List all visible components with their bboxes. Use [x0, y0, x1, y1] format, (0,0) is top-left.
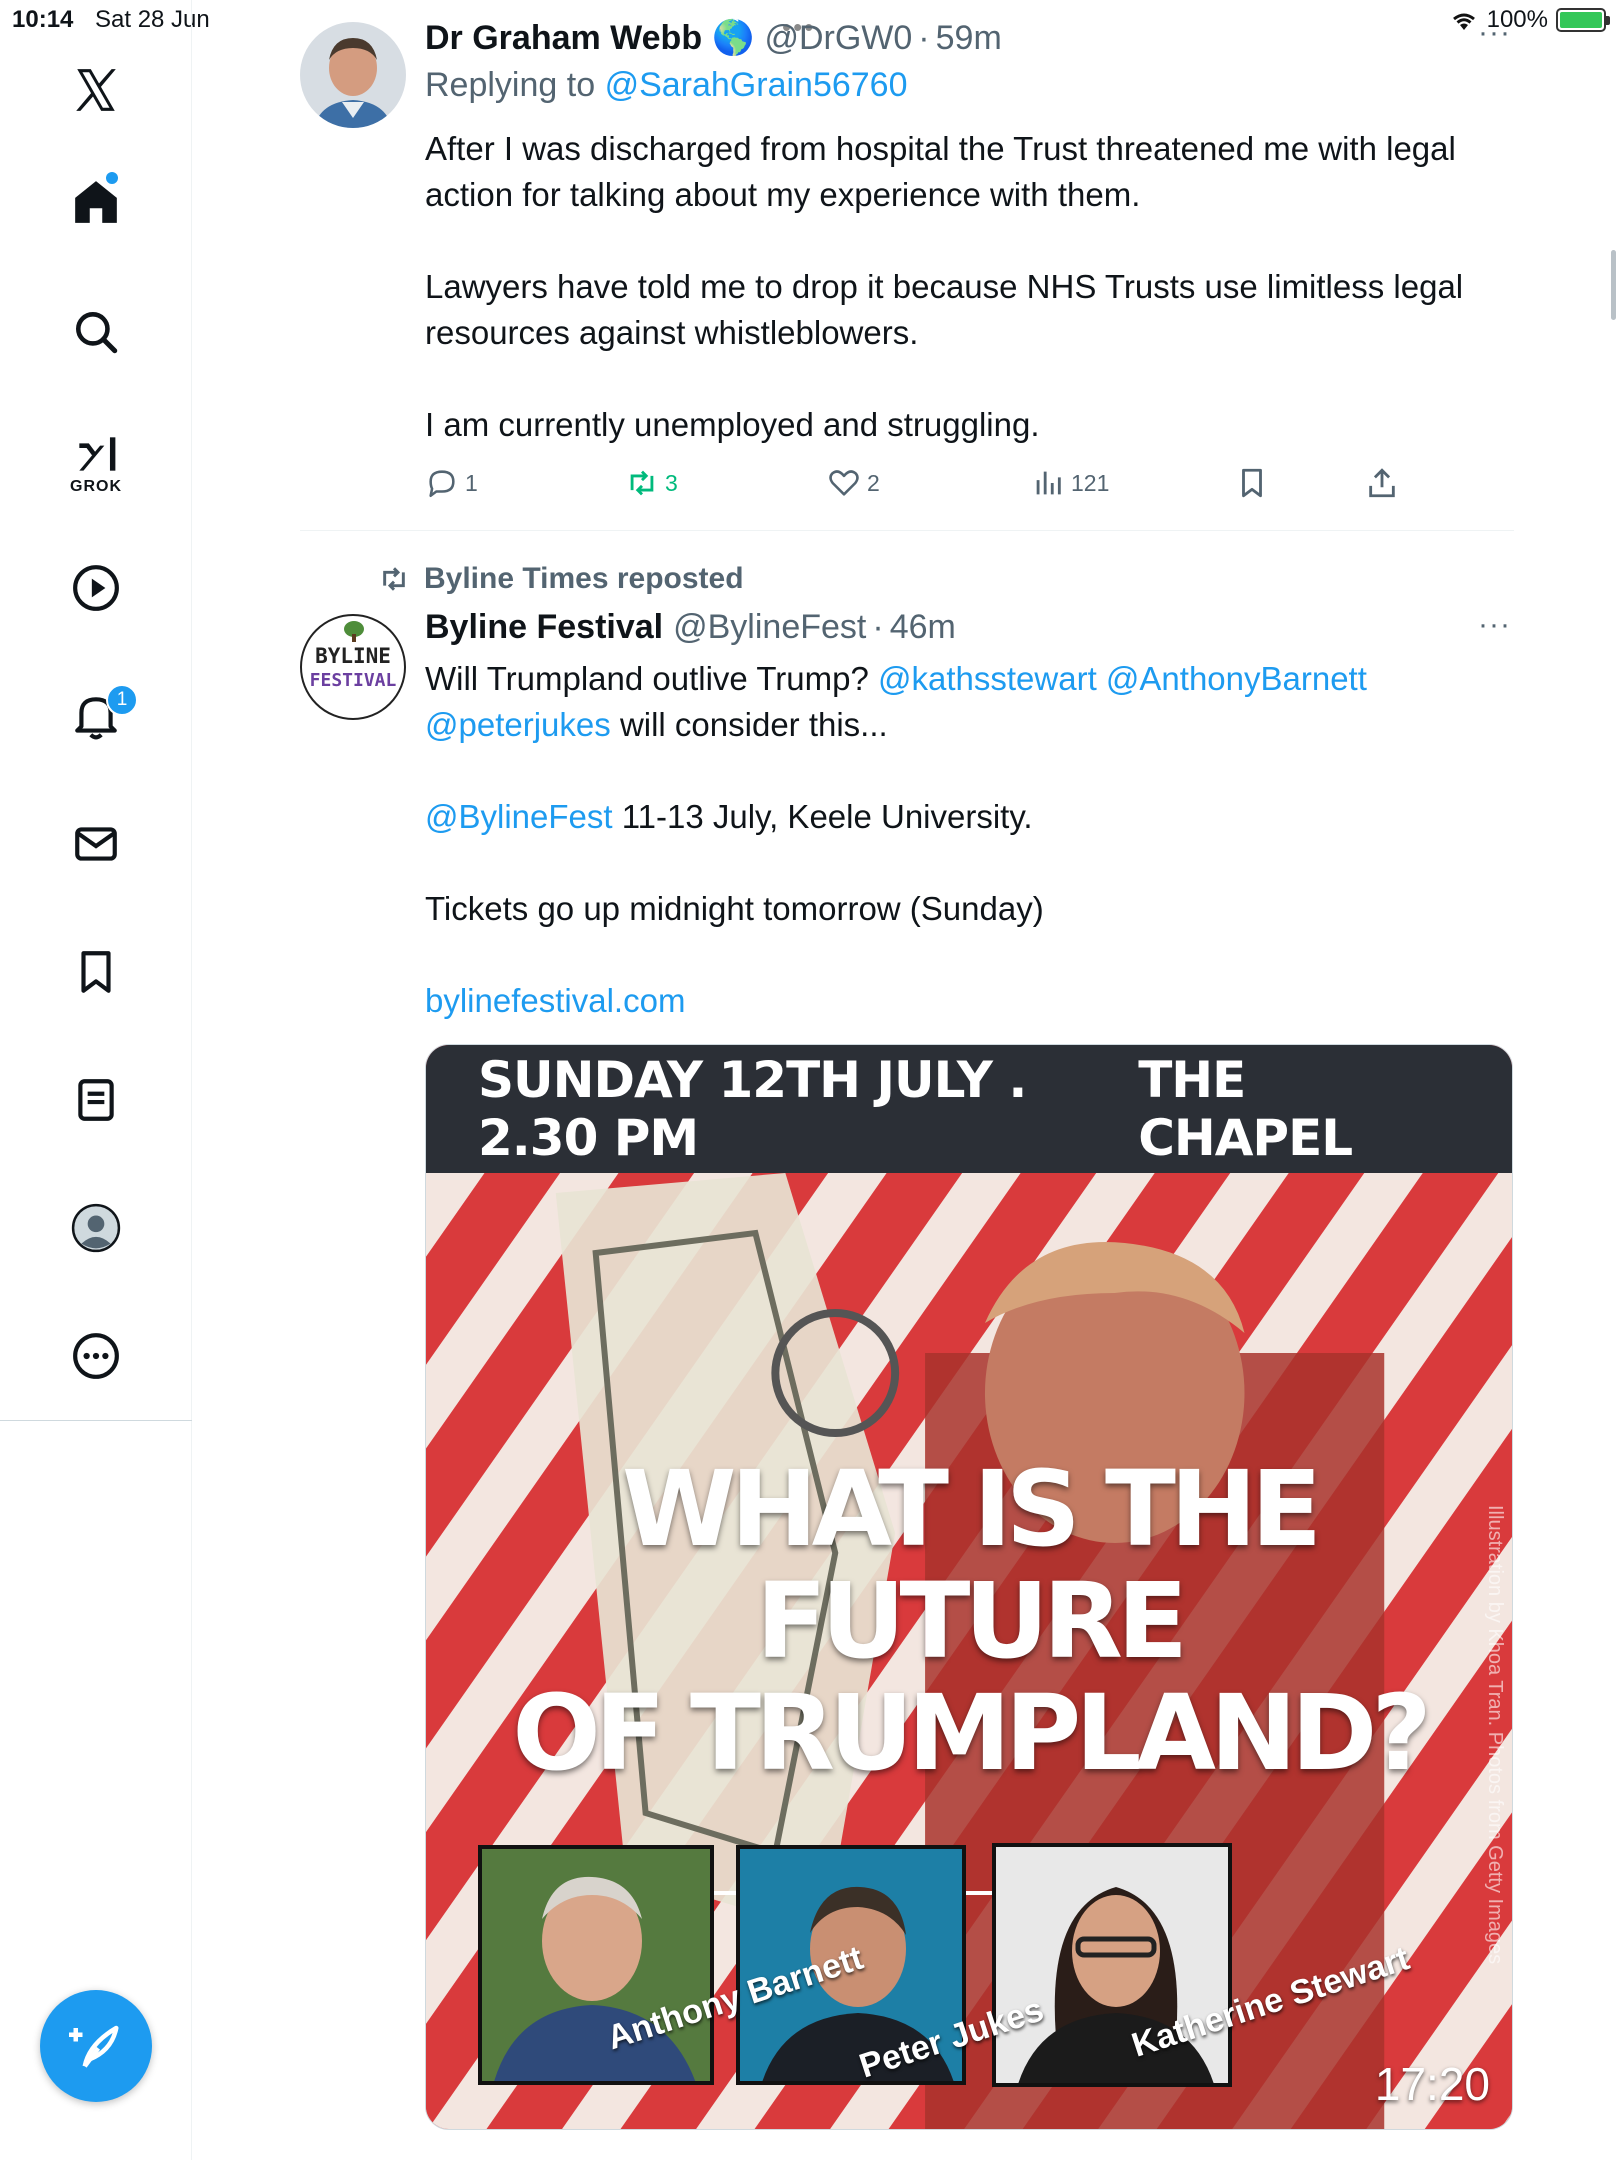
reply-icon — [429, 470, 455, 498]
more-options-icon[interactable] — [60, 1320, 132, 1392]
avatar-byline-text: BYLINE — [315, 644, 391, 668]
tweet-paragraph: Lawyers have told me to drop it because … — [425, 268, 1464, 351]
reposted-by-label[interactable]: Byline Times reposted — [424, 562, 744, 596]
share-icon — [1369, 468, 1395, 498]
speaker-photo — [992, 1843, 1232, 2087]
tweet-body: After I was discharged from hospital the… — [425, 126, 1525, 448]
replying-to-line: Replying to @SarahGrain56760 — [425, 66, 908, 105]
headline-line-2: OF TRUMPLAND? — [512, 1672, 1431, 1794]
like-button[interactable]: 2 — [827, 466, 880, 500]
search-icon[interactable] — [60, 296, 132, 368]
banner-venue-text: THE CHAPEL — [1138, 1051, 1353, 1167]
media-banner: SUNDAY 12TH JULY . 2.30 PM THE CHAPEL — [426, 1045, 1512, 1173]
photo-credit: Illustration by Khoa Tran. Photos from G… — [1484, 1505, 1506, 1965]
x-logo-icon[interactable] — [60, 54, 132, 126]
profile-avatar-icon[interactable] — [60, 1192, 132, 1264]
video-play-icon[interactable] — [60, 552, 132, 624]
mention-links[interactable]: @kathsstewart @AnthonyBarnett — [878, 660, 1367, 697]
reply-count: 1 — [465, 469, 478, 496]
author-name[interactable]: Byline Festival — [425, 608, 663, 647]
headline-line-1: WHAT IS THE FUTURE — [621, 1448, 1322, 1682]
separator-dot: · — [872, 608, 884, 646]
repost-count: 3 — [665, 469, 678, 496]
bookmark-button[interactable] — [1235, 466, 1269, 500]
repost-icon — [383, 567, 405, 591]
globe-emoji-icon: 🌎 — [712, 19, 755, 57]
mention-link[interactable]: @peterjukes — [425, 706, 611, 743]
views-button[interactable]: 121 — [1031, 466, 1109, 500]
author-name[interactable]: Dr Graham Webb — [425, 19, 702, 58]
tweet-more-icon[interactable]: ··· — [1478, 608, 1511, 642]
wifi-icon — [1452, 13, 1475, 30]
tweet-paragraph: I am currently unemployed and struggling… — [425, 406, 1040, 443]
share-button[interactable] — [1365, 466, 1399, 500]
banner-date-text: SUNDAY 12TH JULY . 2.30 PM — [478, 1051, 1027, 1167]
status-right: 100% — [1449, 6, 1610, 34]
separator-dot: · — [918, 18, 930, 57]
like-count: 2 — [867, 469, 880, 496]
notifications-badge: 1 — [106, 684, 138, 716]
author-handle[interactable]: @BylineFest — [673, 608, 866, 647]
url-link[interactable]: bylinefestival.com — [425, 982, 685, 1019]
views-chart-icon — [1036, 471, 1061, 495]
tweet-text-span: Will Trumpland outlive Trump? — [425, 660, 869, 697]
repost-context: Byline Times reposted — [378, 562, 744, 596]
compose-post-button[interactable] — [40, 1990, 152, 2102]
mention-link[interactable]: @BylineFest — [425, 798, 613, 835]
tweet-paragraph: @BylineFest 11-13 July, Keele University… — [425, 794, 1525, 840]
tweet-actions: 1 3 2 121 — [425, 466, 1525, 506]
messages-icon[interactable] — [60, 808, 132, 880]
tweet-paragraph: Will Trumpland outlive Trump? @kathsstew… — [425, 656, 1525, 748]
video-duration: 17:20 — [1374, 2058, 1490, 2110]
tweet-header: Dr Graham Webb 🌎 @DrGW0 · 59m — [425, 18, 1002, 58]
sidebar-item-grok-label: GROK — [70, 478, 122, 495]
reply-mention-link[interactable]: @SarahGrain56760 — [605, 66, 908, 104]
sidebar: GROK 1 — [0, 0, 192, 2160]
tweet-text-span: will consider this... — [619, 706, 888, 743]
bookmarks-icon[interactable] — [60, 936, 132, 1008]
tweet-body: Will Trumpland outlive Trump? @kathsstew… — [425, 656, 1525, 1024]
byline-tree-icon — [344, 621, 364, 642]
sidebar-divider — [0, 1420, 192, 1421]
home-unread-dot — [106, 172, 118, 184]
tweet-more-icon[interactable]: ··· — [1478, 16, 1511, 50]
author-avatar[interactable]: BYLINE FESTIVAL — [300, 614, 406, 720]
tweet-timestamp[interactable]: 46m — [890, 608, 956, 647]
repost-icon — [630, 470, 654, 496]
compose-feather-icon — [69, 2025, 119, 2068]
home-icon[interactable] — [60, 166, 132, 238]
lists-icon[interactable] — [60, 1064, 132, 1136]
tweet-header: Byline Festival @BylineFest · 46m — [425, 608, 956, 647]
bookmark-icon — [1242, 468, 1262, 498]
battery-icon — [1556, 8, 1610, 32]
video-media-card[interactable]: SUNDAY 12TH JULY . 2.30 PM THE CHAPEL WH… — [425, 1044, 1513, 2130]
replying-to-label: Replying to — [425, 66, 596, 104]
tweet-paragraph: bylinefestival.com — [425, 978, 1525, 1024]
view-count: 121 — [1071, 469, 1110, 496]
reply-button[interactable]: 1 — [425, 466, 478, 500]
heart-icon — [829, 470, 859, 496]
poster-headline: WHAT IS THE FUTURE OF TRUMPLAND? — [426, 1453, 1512, 1789]
tweet-timestamp[interactable]: 59m — [936, 19, 1002, 58]
avatar-festival-text: FESTIVAL — [309, 670, 397, 691]
repost-button[interactable]: 3 — [625, 466, 678, 500]
author-avatar[interactable] — [300, 22, 406, 128]
tweet-divider — [300, 530, 1514, 531]
tweet-paragraph: Tickets go up midnight tomorrow (Sunday) — [425, 890, 1044, 927]
tweet-text-span: 11-13 July, Keele University. — [621, 798, 1033, 835]
speaker-photo — [478, 1845, 714, 2085]
tweet-paragraph: After I was discharged from hospital the… — [425, 130, 1456, 213]
author-handle[interactable]: @DrGW0 — [764, 19, 912, 58]
scrollbar-thumb[interactable] — [1611, 250, 1616, 320]
